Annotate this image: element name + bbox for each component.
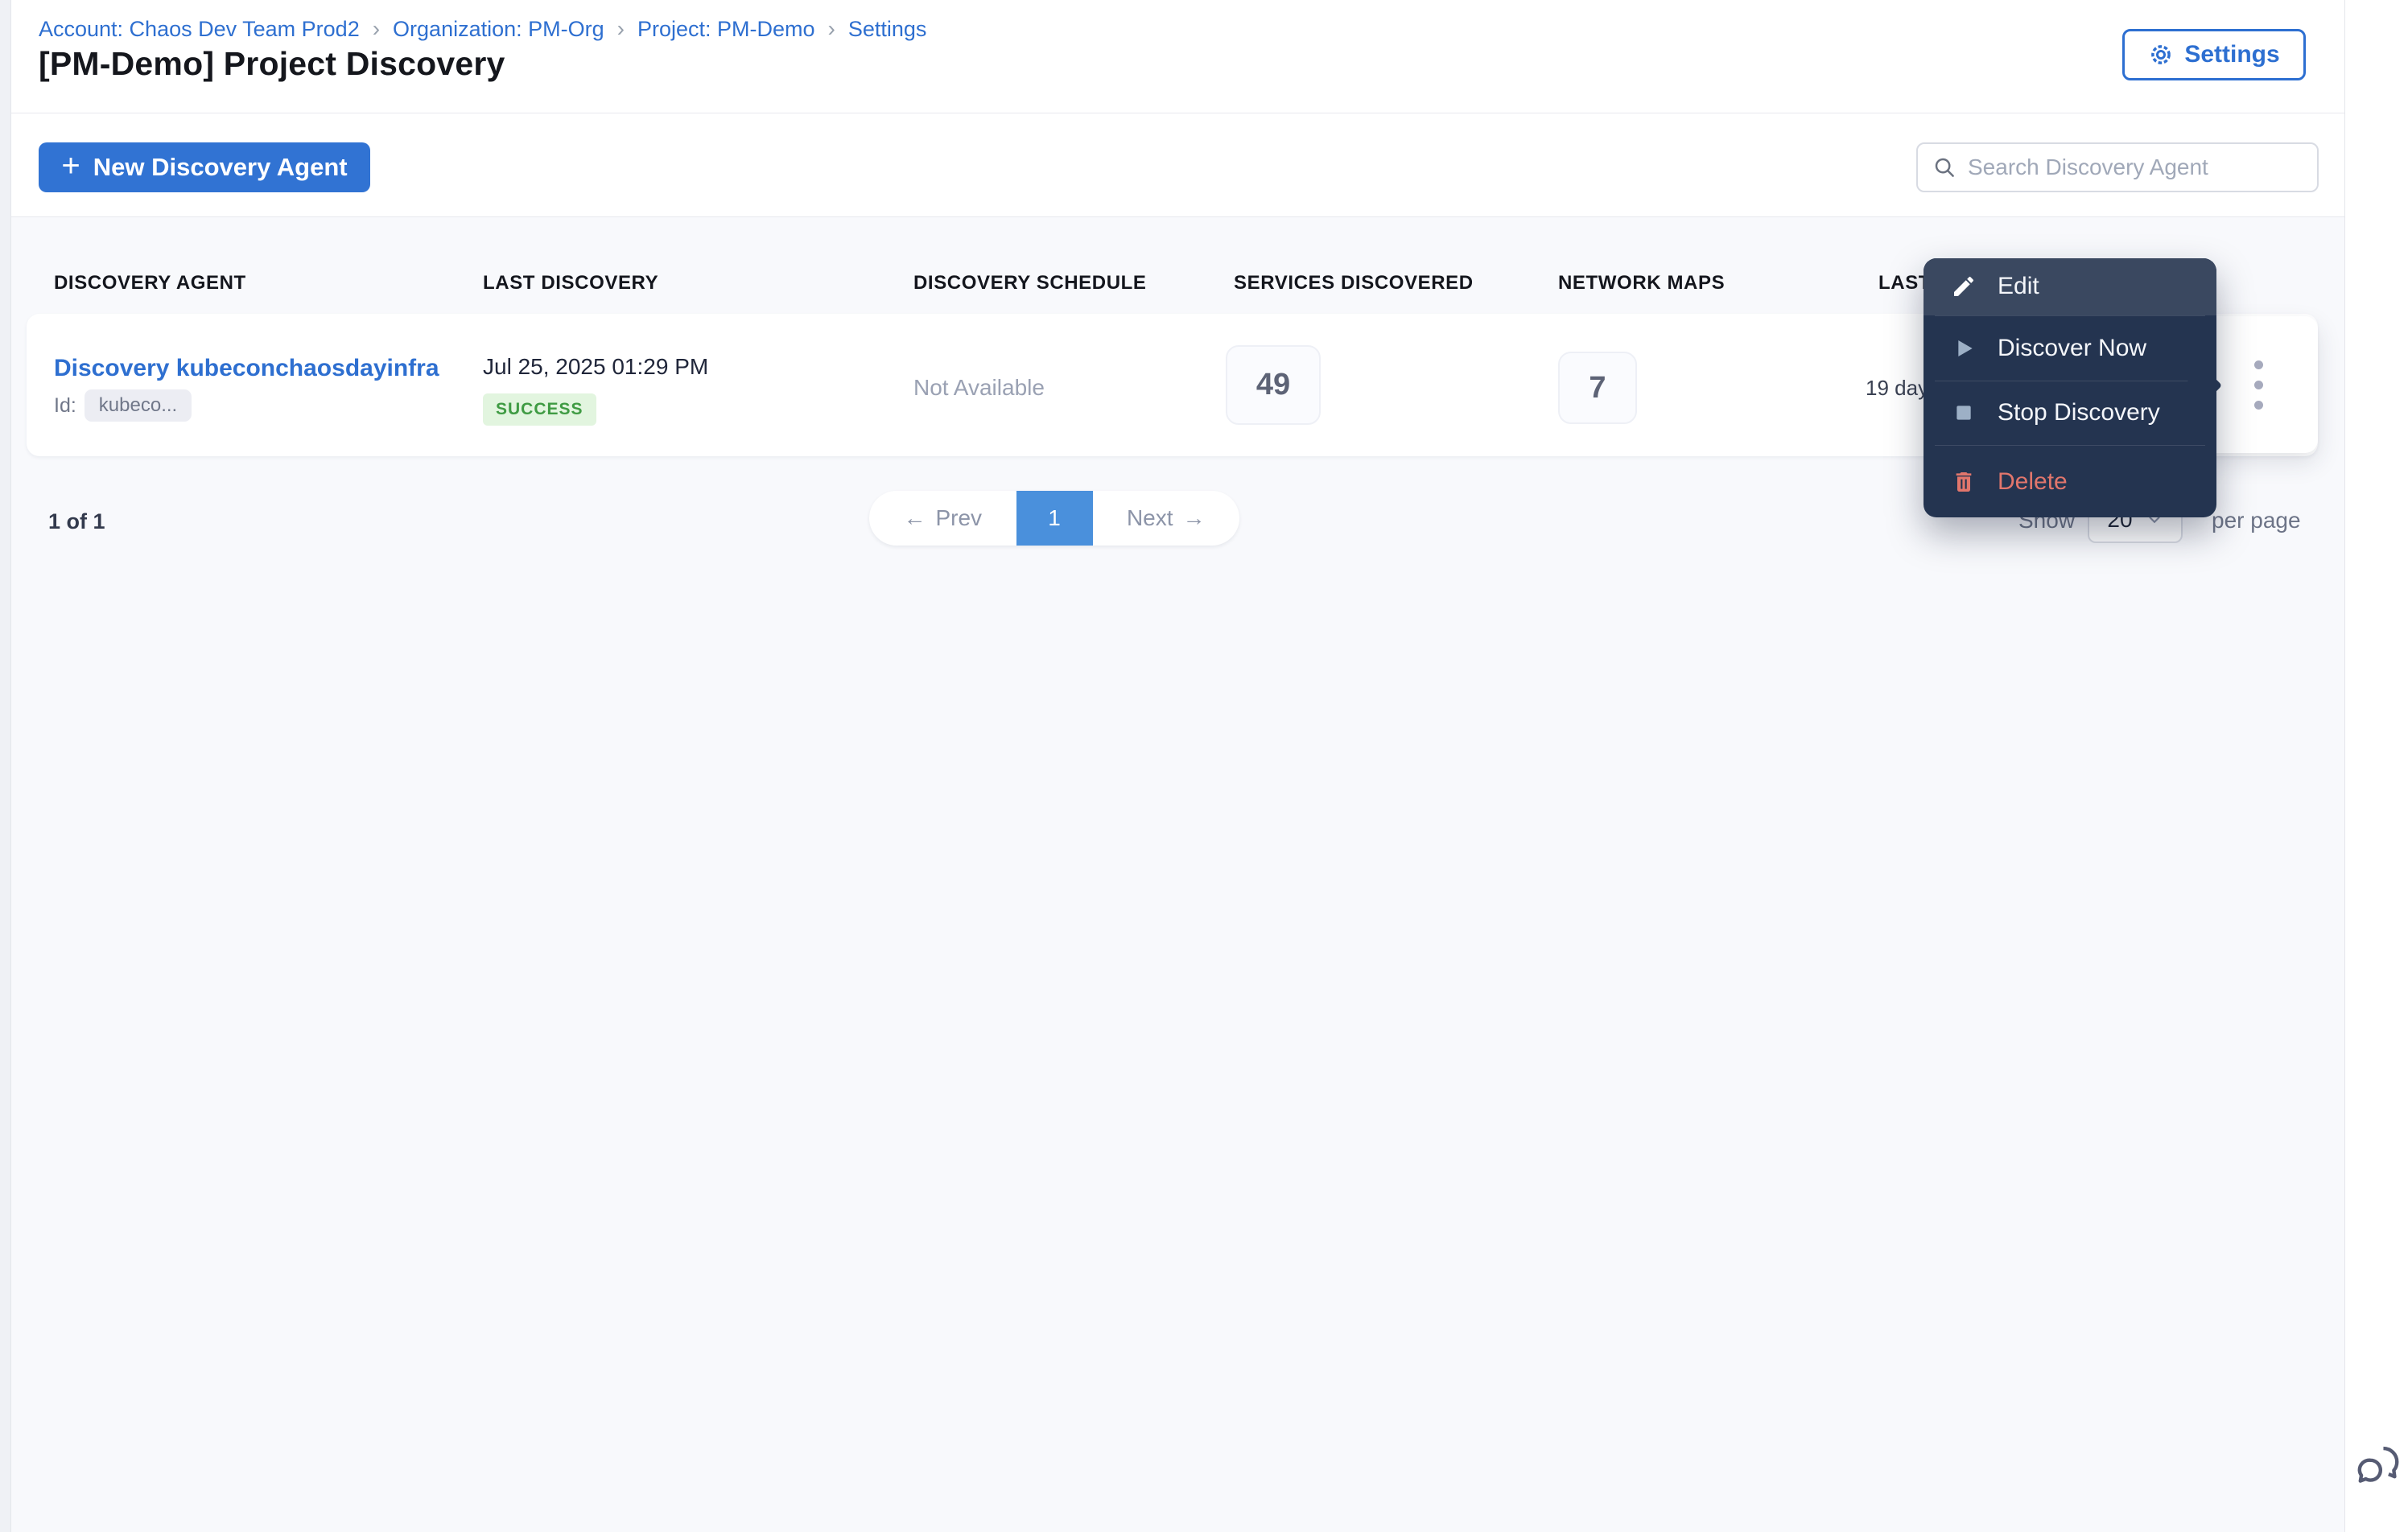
- menu-item-stop-discovery[interactable]: Stop Discovery: [1924, 381, 2216, 446]
- pagination-summary: 1 of 1: [48, 509, 105, 533]
- menu-item-discover-now[interactable]: Discover Now: [1924, 316, 2216, 381]
- next-label: Next: [1126, 505, 1173, 530]
- settings-button[interactable]: Settings: [2122, 29, 2306, 80]
- prev-page-button[interactable]: ← Prev: [869, 491, 1016, 546]
- breadcrumb-settings-link[interactable]: Settings: [848, 17, 927, 42]
- column-header-discovery-agent: DISCOVERY AGENT: [54, 272, 246, 294]
- status-badge: SUCCESS: [483, 393, 596, 426]
- trash-icon: [1956, 472, 1972, 492]
- row-actions-menu: Edit Discover Now Stop Discovery Delete: [1924, 258, 2223, 517]
- new-discovery-agent-label: New Discovery Agent: [93, 153, 348, 181]
- discovery-schedule-value: Not Available: [913, 375, 1045, 400]
- column-header-services-discovered: SERVICES DISCOVERED: [1234, 272, 1474, 294]
- agent-id-label: Id:: [54, 393, 76, 417]
- menu-item-edit[interactable]: Edit: [1924, 258, 2216, 315]
- breadcrumb-separator: ›: [616, 16, 625, 41]
- search-icon: [1935, 158, 1954, 177]
- per-page-label: per page: [2212, 508, 2301, 533]
- menu-item-edit-label: Edit: [1998, 273, 2039, 300]
- plus-icon: +: [61, 148, 80, 183]
- menu-item-delete[interactable]: Delete: [1924, 446, 2216, 517]
- breadcrumb: Account: Chaos Dev Team Prod2 › Organiza…: [39, 16, 926, 42]
- new-discovery-agent-button[interactable]: + New Discovery Agent: [39, 142, 370, 192]
- last-seen-value: 19 day: [1866, 376, 1929, 400]
- column-header-network-maps: NETWORK MAPS: [1558, 272, 1726, 294]
- agent-id: Id: kubeco...: [54, 389, 192, 422]
- arrow-right-icon: →: [1182, 505, 1206, 530]
- chat-bubbles-icon[interactable]: [2353, 1441, 2403, 1491]
- search-input[interactable]: [1968, 154, 2303, 180]
- menu-item-stop-discovery-label: Stop Discovery: [1998, 399, 2160, 426]
- agent-id-value-chip[interactable]: kubeco...: [84, 389, 192, 422]
- breadcrumb-organization-link[interactable]: Organization: PM-Org: [393, 17, 604, 42]
- project-discovery-page: Account: Chaos Dev Team Prod2 › Organiza…: [0, 0, 2408, 1532]
- discovery-agent-link[interactable]: Discovery kubeconchaosdayinfra: [54, 355, 439, 382]
- right-edge-strip: [2344, 0, 2408, 1532]
- current-page-button[interactable]: 1: [1016, 491, 1093, 546]
- kebab-menu-icon: [2254, 360, 2263, 410]
- last-discovery-date: Jul 25, 2025 01:29 PM: [483, 354, 709, 379]
- gear-icon: [2151, 45, 2171, 64]
- page-title: [PM-Demo] Project Discovery: [39, 45, 505, 82]
- column-header-discovery-schedule: DISCOVERY SCHEDULE: [913, 272, 1147, 294]
- left-edge-strip: [0, 0, 11, 1532]
- breadcrumb-project-link[interactable]: Project: PM-Demo: [637, 17, 815, 42]
- search-box: [1916, 142, 2319, 192]
- breadcrumb-separator: ›: [827, 16, 835, 41]
- column-header-last-discovery: LAST DISCOVERY: [483, 272, 659, 294]
- network-maps-count[interactable]: 7: [1558, 352, 1637, 424]
- play-icon: [1958, 340, 1973, 356]
- menu-item-delete-label: Delete: [1998, 467, 2068, 495]
- prev-label: Prev: [935, 505, 983, 530]
- pagination: ← Prev 1 Next →: [869, 491, 1239, 546]
- next-page-button[interactable]: Next →: [1093, 491, 1240, 546]
- breadcrumb-separator: ›: [372, 16, 381, 41]
- settings-button-label: Settings: [2184, 41, 2280, 68]
- pencil-icon: [1954, 277, 1974, 297]
- breadcrumb-account-link[interactable]: Account: Chaos Dev Team Prod2: [39, 17, 360, 42]
- stop-icon: [1956, 406, 1971, 421]
- services-discovered-count[interactable]: 49: [1226, 345, 1321, 425]
- arrow-left-icon: ←: [903, 505, 926, 530]
- menu-item-discover-now-label: Discover Now: [1998, 334, 2147, 361]
